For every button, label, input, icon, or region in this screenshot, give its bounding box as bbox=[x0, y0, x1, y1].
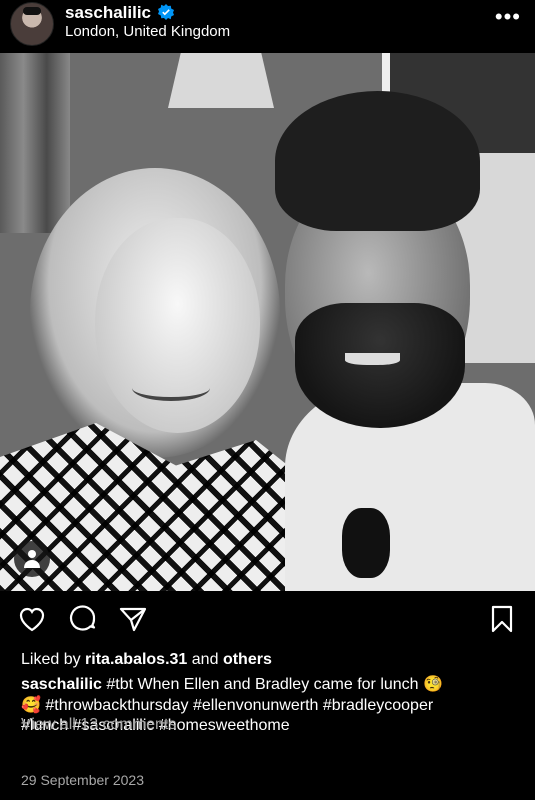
post-location[interactable]: London, United Kingdom bbox=[65, 23, 230, 40]
photo-background-shelf bbox=[0, 53, 70, 233]
more-horizontal-icon[interactable]: ••• bbox=[495, 6, 521, 28]
likes-summary[interactable]: Liked by rita.abalos.31 and others bbox=[21, 651, 272, 669]
caption-text: #tbt When Ellen and Bradley came for lun… bbox=[106, 676, 443, 693]
caption-username[interactable]: saschalilic bbox=[21, 676, 102, 693]
photo-person2-hair bbox=[275, 91, 480, 231]
user-avatar[interactable] bbox=[10, 2, 54, 46]
verified-badge-icon bbox=[158, 4, 174, 20]
action-bar bbox=[0, 603, 535, 639]
bookmark-icon[interactable] bbox=[486, 603, 518, 635]
likes-prefix: Liked by bbox=[21, 651, 81, 668]
photo-lamp bbox=[168, 53, 274, 108]
photo-person2-beard bbox=[295, 303, 465, 428]
caption-hashtags-line2[interactable]: 🥰 #throwbackthursday #ellenvonunwerth #b… bbox=[21, 697, 433, 714]
view-comments-link[interactable]: View all 13 comments bbox=[21, 716, 176, 734]
paper-plane-icon[interactable] bbox=[117, 603, 149, 635]
heart-icon[interactable] bbox=[16, 603, 48, 635]
photo-person-smile bbox=[132, 375, 210, 401]
likes-user-link[interactable]: rita.abalos.31 bbox=[85, 651, 187, 668]
likes-others-link[interactable]: others bbox=[223, 651, 272, 668]
post-username[interactable]: saschalilic bbox=[65, 3, 151, 23]
post-image[interactable] bbox=[0, 53, 535, 591]
photo-sunglasses bbox=[342, 508, 390, 578]
likes-joiner: and bbox=[191, 651, 219, 668]
person-tag-icon[interactable] bbox=[14, 541, 50, 577]
post-date: 29 September 2023 bbox=[21, 772, 144, 788]
photo-person2-smile bbox=[345, 353, 400, 365]
comment-bubble-icon[interactable] bbox=[67, 603, 99, 635]
post-header: saschalilic London, United Kingdom ••• bbox=[0, 0, 535, 52]
